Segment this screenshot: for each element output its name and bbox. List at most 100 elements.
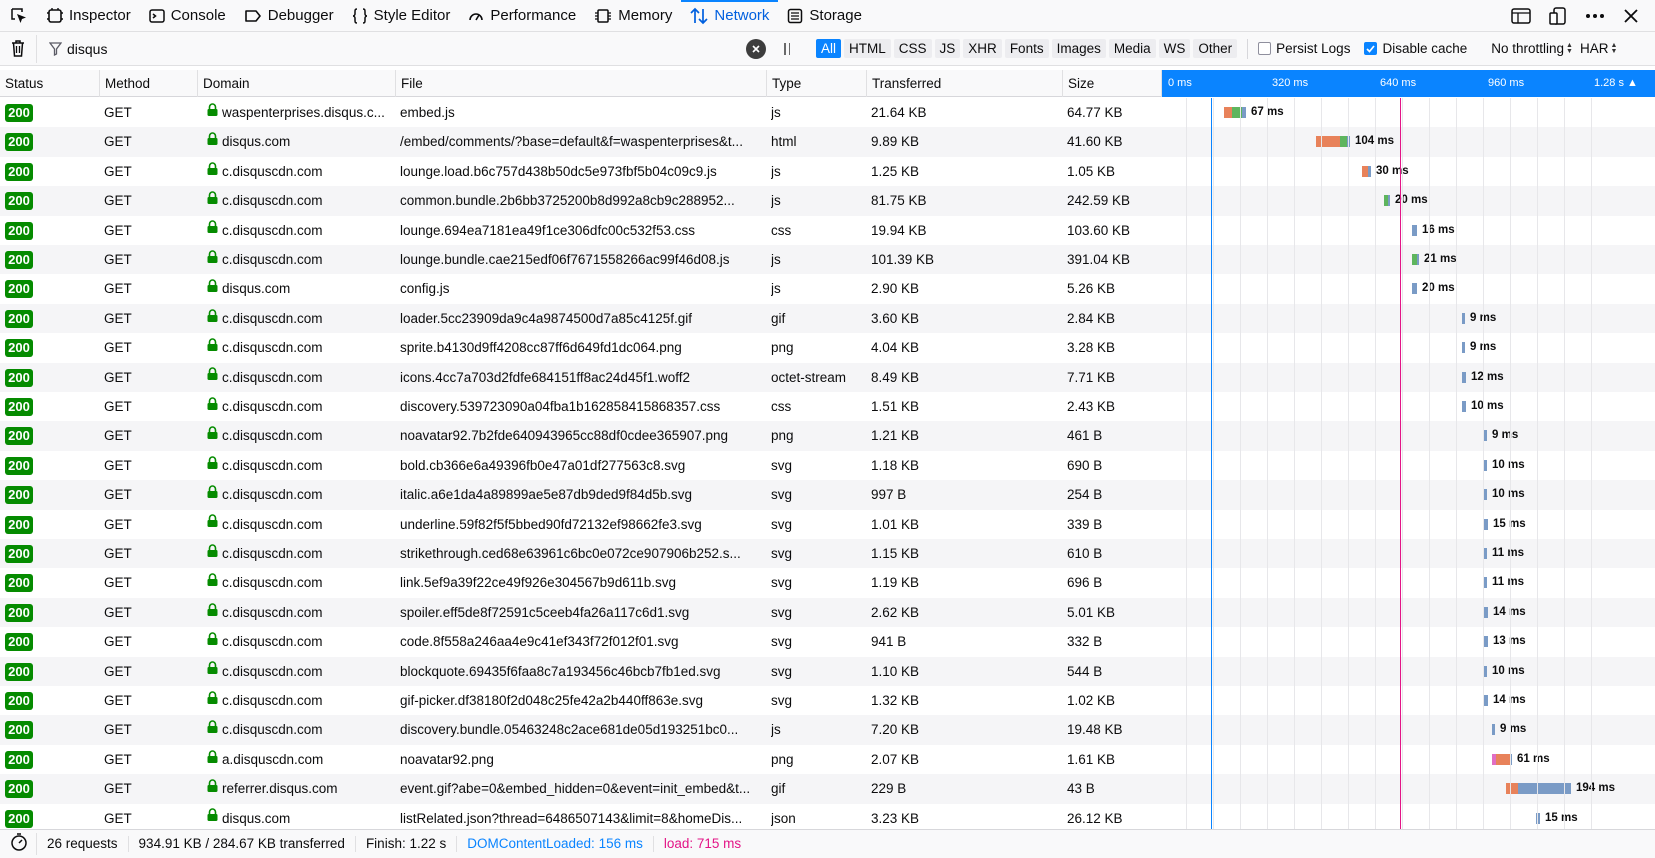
size-cell: 254 B	[1067, 487, 1103, 503]
timing-segment	[1462, 371, 1466, 383]
request-row[interactable]: 200 GET c.disquscdn.com bold.cb366e6a49396f…	[0, 451, 1655, 480]
secure-lock-icon	[207, 245, 218, 273]
request-row[interactable]: 200 GET c.disquscdn.com discovery.bundle.05…	[0, 715, 1655, 745]
filter-fonts-button[interactable]: Fonts	[1004, 39, 1049, 58]
transferred-cell: 3.23 KB	[871, 810, 920, 826]
tab-performance[interactable]: Performance	[459, 0, 585, 31]
domain-cell: c.disquscdn.com	[207, 510, 393, 539]
request-row[interactable]: 200 GET c.disquscdn.com common.bundle.2b6bb…	[0, 186, 1655, 216]
request-row[interactable]: 200 GET c.disquscdn.com lounge.694ea7181ea4…	[0, 216, 1655, 245]
column-file[interactable]: File	[396, 70, 767, 97]
dock-layout-icon[interactable]	[1511, 7, 1531, 25]
size-cell: 64.77 KB	[1067, 105, 1123, 120]
filter-images-button[interactable]: Images	[1051, 39, 1106, 58]
file-cell: lounge.694ea7181ea49f1ce306dfc00c532f53.…	[400, 222, 696, 238]
request-row[interactable]: 200 GET c.disquscdn.com lounge.load.b6c757d…	[0, 157, 1655, 186]
request-row[interactable]: 200 GET c.disquscdn.com gif-picker.df38180f…	[0, 686, 1655, 715]
clear-filter-button[interactable]	[746, 38, 766, 59]
method-cell: GET	[104, 134, 132, 150]
request-row[interactable]: 200 GET waspenterprises.disqus.c... embed.j…	[0, 98, 1655, 127]
column-method[interactable]: Method	[100, 70, 198, 97]
tab-network[interactable]: Network	[681, 0, 779, 31]
request-row[interactable]: 200 GET c.disquscdn.com spoiler.eff5de8f725…	[0, 597, 1655, 628]
request-row[interactable]: 200 GET c.disquscdn.com italic.a6e1da4a8989…	[0, 480, 1655, 510]
tab-debugger[interactable]: Debugger	[235, 0, 343, 31]
filter-js-button[interactable]: JS	[934, 39, 961, 58]
file-cell: gif-picker.df38180f2d048c25fe42a2b440ff8…	[400, 693, 703, 708]
request-row[interactable]: 200 GET disqus.com listRelated.json?thread=…	[0, 804, 1655, 829]
timing-segment	[1492, 724, 1495, 736]
filter-html-button[interactable]: HTML	[844, 39, 891, 58]
request-row[interactable]: 200 GET c.disquscdn.com code.8f558a246aa4e9…	[0, 627, 1655, 656]
transferred-cell: 1.01 KB	[871, 516, 920, 532]
filter-input[interactable]	[37, 36, 677, 61]
waterfall-gridline	[1186, 98, 1187, 829]
filter-media-button[interactable]: Media	[1108, 39, 1156, 58]
column-domain[interactable]: Domain	[198, 70, 396, 97]
size-cell: 690 B	[1067, 457, 1103, 473]
request-row[interactable]: 200 GET referrer.disqus.com event.gif?abe=0…	[0, 774, 1655, 804]
request-row[interactable]: 200 GET disqus.com/embed/comments/?base=de…	[0, 127, 1655, 157]
column-type[interactable]: Type	[767, 70, 867, 97]
domain-cell: c.disquscdn.com	[207, 186, 393, 215]
tab-memory[interactable]: Memory	[585, 0, 681, 31]
request-row[interactable]: 200 GET c.disquscdn.com loader.5cc23909da9c…	[0, 303, 1655, 334]
waterfall-cell: 194 ms	[1162, 774, 1655, 803]
element-picker-icon[interactable]	[0, 0, 38, 31]
filter-xhr-button[interactable]: XHR	[963, 39, 1002, 58]
filter-ws-button[interactable]: WS	[1158, 39, 1191, 58]
request-row[interactable]: 200 GET c.disquscdn.com icons.4cc7a703d2fdf…	[0, 362, 1655, 392]
method-cell: GET	[104, 693, 132, 708]
domain-cell: c.disquscdn.com	[207, 539, 393, 568]
timing-bar	[1484, 489, 1487, 501]
more-options-icon[interactable]	[1585, 13, 1605, 19]
column-status[interactable]: Status	[0, 70, 100, 97]
request-list: 200 GET waspenterprises.disqus.c... embed.j…	[0, 98, 1655, 829]
secure-lock-icon	[207, 715, 218, 743]
request-row[interactable]: 200 GET c.disquscdn.com sprite.b4130d9ff420…	[0, 333, 1655, 362]
tab-storage[interactable]: Storage	[778, 0, 871, 31]
filter-all-button[interactable]: All	[816, 39, 842, 58]
har-label: HAR	[1579, 41, 1609, 56]
timeline-tick: 320 ms	[1272, 77, 1309, 89]
transferred-cell: 7.20 KB	[871, 722, 920, 738]
timing-label: 10 ms	[1492, 664, 1525, 677]
status-bar: 26 requests 934.91 KB / 284.67 KB transf…	[0, 829, 1655, 858]
method-cell: GET	[104, 516, 132, 532]
throttling-select[interactable]: No throttling ▲ ▼	[1491, 41, 1573, 56]
har-menu[interactable]: HAR ▲ ▼	[1580, 41, 1617, 56]
column-waterfall[interactable]: 0 ms 320 ms 640 ms 960 ms 1.28 s ▲	[1162, 70, 1655, 97]
request-row[interactable]: 200 GET c.disquscdn.com link.5ef9a39f22ce49…	[0, 568, 1655, 597]
pause-recording-button[interactable]	[784, 42, 804, 55]
responsive-design-icon[interactable]	[1549, 6, 1567, 25]
throttling-value: No throttling	[1491, 41, 1565, 56]
persist-logs-checkbox[interactable]: Persist Logs	[1258, 41, 1350, 56]
column-size[interactable]: Size	[1063, 70, 1162, 97]
tab-style-editor[interactable]: Style Editor	[343, 0, 460, 31]
secure-lock-icon	[207, 598, 218, 626]
filter-other-button[interactable]: Other	[1193, 39, 1238, 58]
tab-inspector[interactable]: Inspector	[38, 0, 140, 31]
clear-requests-button[interactable]	[0, 40, 36, 57]
request-row[interactable]: 200 GET c.disquscdn.com noavatar92.7b2fde64…	[0, 421, 1655, 451]
disable-cache-checkbox[interactable]: Disable cache	[1364, 41, 1467, 56]
file-cell: embed.js	[400, 105, 455, 120]
status-badge: 200	[5, 603, 33, 622]
status-badge: 200	[5, 809, 33, 828]
filter-css-button[interactable]: CSS	[893, 39, 932, 58]
tab-console[interactable]: Console	[140, 0, 235, 31]
request-row[interactable]: 200 GET c.disquscdn.com lounge.bundle.cae21…	[0, 245, 1655, 275]
request-row[interactable]: 200 GET a.disquscdn.com noavatar92.png png 2.…	[0, 745, 1655, 774]
secure-lock-icon	[207, 745, 218, 773]
request-row[interactable]: 200 GET disqus.com config.js js 2.90 KB 5.26 K…	[0, 274, 1655, 303]
column-transferred[interactable]: Transferred	[867, 70, 1063, 97]
request-row[interactable]: 200 GET c.disquscdn.com strikethrough.ced68…	[0, 539, 1655, 569]
performance-analysis-button[interactable]	[0, 833, 37, 855]
transferred-cell: 1.51 KB	[871, 399, 920, 414]
request-row[interactable]: 200 GET c.disquscdn.com underline.59f82f5f5…	[0, 510, 1655, 539]
request-row[interactable]: 200 GET c.disquscdn.com blockquote.69435f6f…	[0, 656, 1655, 686]
close-icon[interactable]	[1623, 8, 1639, 24]
timing-segment	[1417, 254, 1419, 265]
request-row[interactable]: 200 GET c.disquscdn.com discovery.539723090…	[0, 392, 1655, 421]
file-cell: italic.a6e1da4a89899ae5e87db9ded9f84d5b.…	[400, 487, 693, 503]
